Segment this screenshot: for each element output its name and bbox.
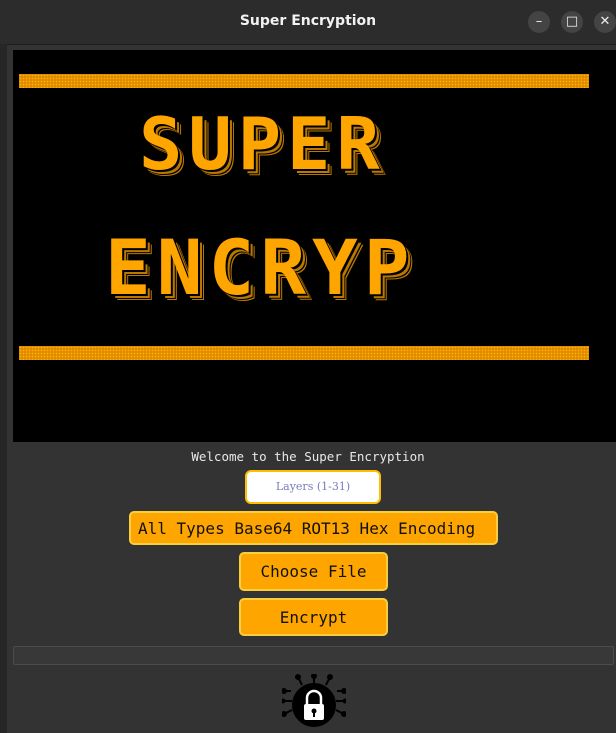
banner-title-line1: SUPER (139, 102, 386, 186)
encrypt-button[interactable]: Encrypt (239, 598, 388, 636)
progress-bar (13, 646, 614, 665)
app-window: Super Encryption – □ ✕ SUPER ENCRYP Welc… (0, 0, 616, 733)
banner-bottom-stripe (19, 346, 589, 360)
background-window-edge (0, 44, 7, 733)
window-title: Super Encryption (239, 13, 377, 29)
minimize-button[interactable]: – (528, 11, 550, 33)
padlock-circuit-icon (282, 674, 346, 727)
encoding-type-select[interactable]: All Types Base64 ROT13 Hex Encoding (129, 511, 498, 545)
title-bar[interactable]: Super Encryption – □ ✕ (0, 0, 616, 45)
maximize-button[interactable]: □ (561, 11, 583, 33)
minimize-icon: – (535, 14, 543, 29)
maximize-icon: □ (565, 14, 579, 29)
close-button[interactable]: ✕ (594, 11, 616, 33)
welcome-text: Welcome to the Super Encryption (191, 449, 425, 464)
close-icon: ✕ (599, 14, 611, 29)
layers-input[interactable]: Layers (1-31) (245, 470, 381, 504)
banner-title-line2: ENCRYP (105, 223, 416, 312)
banner-top-stripe (19, 74, 589, 88)
choose-file-button[interactable]: Choose File (239, 552, 388, 591)
banner-canvas: SUPER ENCRYP (13, 50, 616, 442)
